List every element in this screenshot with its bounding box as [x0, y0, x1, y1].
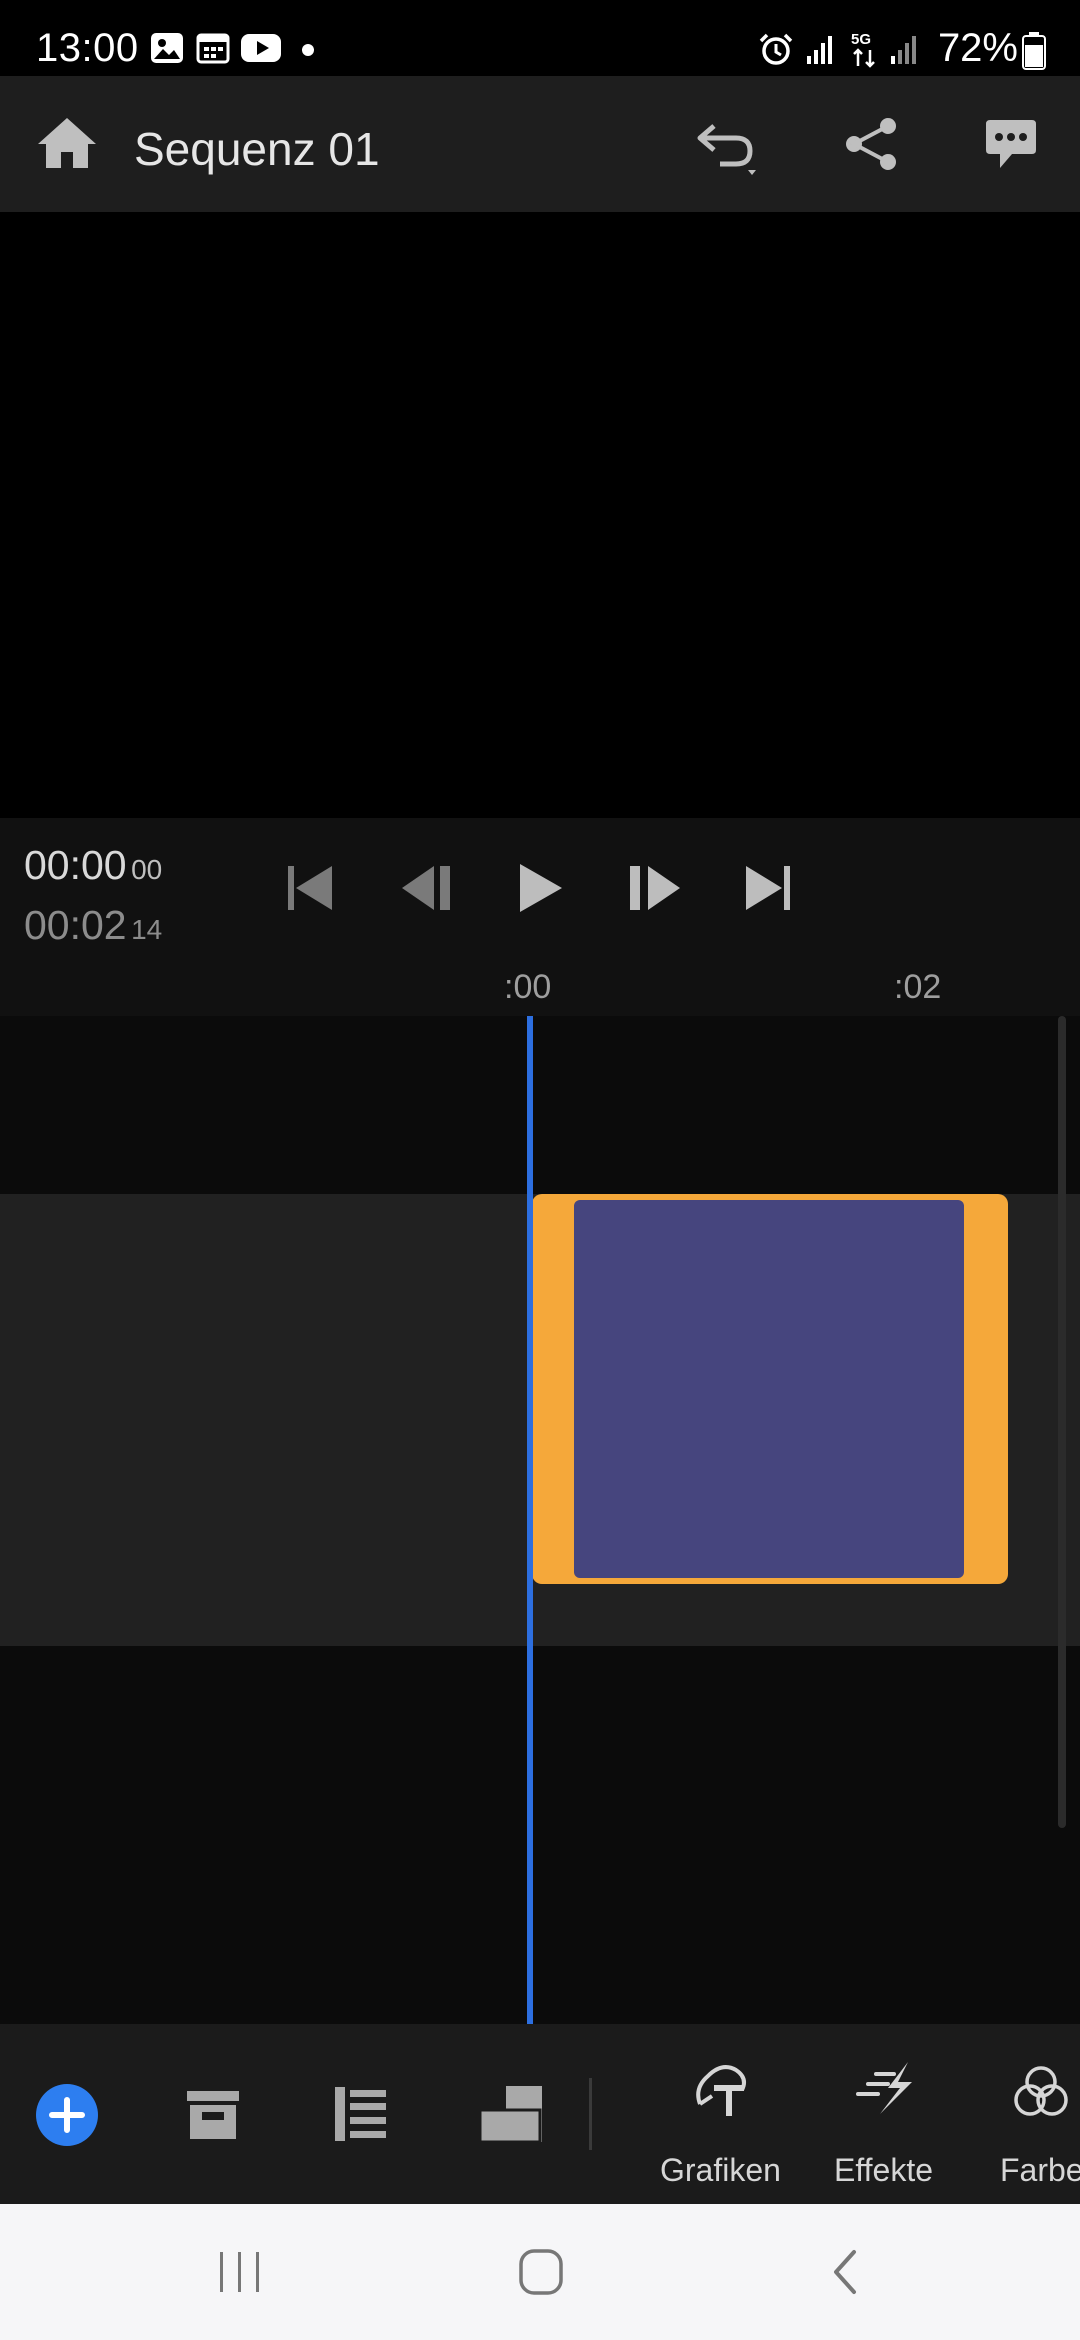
toolbar-label-color: Farbe	[1000, 2152, 1080, 2188]
toolbar-label-effects: Effekte	[834, 2152, 934, 2188]
toolbar-item-graphics[interactable]: Grafiken	[656, 2024, 786, 2204]
transport-bar: 00:00 00 00:02 14	[0, 818, 1080, 960]
youtube-icon	[241, 34, 281, 62]
current-time: 00:00	[24, 842, 127, 888]
aspect-ratio-icon[interactable]	[478, 2084, 544, 2144]
system-nav-bar	[0, 2204, 1080, 2340]
play-icon[interactable]	[518, 862, 564, 914]
home-circle-icon[interactable]	[518, 2248, 564, 2296]
skip-to-end-icon[interactable]	[742, 864, 792, 912]
color-icon	[1014, 2066, 1068, 2116]
timeline-ruler[interactable]: :00 :02	[0, 960, 1080, 1016]
status-time: 13:00	[36, 26, 139, 70]
duration-timecode: 00:02 14	[24, 902, 162, 949]
home-icon[interactable]	[36, 116, 98, 170]
svg-text:5G: 5G	[851, 31, 871, 48]
duration-time: 00:02	[24, 902, 127, 948]
share-icon[interactable]	[844, 116, 900, 172]
timeline-scrollbar[interactable]	[1058, 1016, 1066, 1828]
step-back-icon[interactable]	[400, 864, 454, 912]
dot-icon	[302, 44, 314, 56]
ruler-mark: :00	[504, 968, 552, 1006]
signal-icon	[807, 36, 832, 64]
signal-icon	[891, 36, 916, 64]
duration-frames: 14	[131, 914, 163, 945]
graphics-icon	[696, 2065, 746, 2116]
bottom-toolbar: Grafiken Effekte Farbe	[0, 2024, 1080, 2204]
add-icon[interactable]	[36, 2084, 98, 2146]
clip-thumbnail	[574, 1200, 964, 1578]
archive-icon[interactable]	[186, 2090, 240, 2140]
undo-icon[interactable]	[696, 118, 762, 178]
battery-icon	[1022, 32, 1046, 70]
toolbar-item-effects[interactable]: Effekte	[822, 2024, 942, 2204]
app-header: Sequenz 01	[0, 76, 1080, 212]
current-timecode: 00:00 00	[24, 842, 162, 889]
back-icon[interactable]	[830, 2248, 860, 2296]
layers-list-icon[interactable]	[334, 2086, 388, 2142]
5g-icon: 5G	[851, 31, 875, 68]
calendar-icon	[196, 33, 230, 64]
playhead[interactable]	[527, 1016, 533, 2024]
gallery-icon	[151, 33, 183, 63]
ruler-mark: :02	[894, 968, 942, 1006]
toolbar-label-graphics: Grafiken	[660, 2152, 781, 2188]
recent-apps-icon[interactable]	[216, 2250, 264, 2294]
sequence-title[interactable]: Sequenz 01	[134, 122, 380, 176]
toolbar-divider	[589, 2078, 592, 2150]
current-frames: 00	[131, 854, 163, 885]
alarm-icon	[759, 33, 793, 65]
skip-to-start-icon[interactable]	[286, 864, 336, 912]
toolbar-item-color[interactable]: Farbe	[990, 2024, 1080, 2204]
comment-icon[interactable]	[984, 118, 1038, 172]
status-bar: 13:00 5G 72%	[0, 0, 1080, 76]
step-forward-icon[interactable]	[628, 864, 682, 912]
battery-percent: 72%	[937, 26, 1018, 70]
effects-icon	[856, 2062, 912, 2114]
video-clip[interactable]	[532, 1194, 1008, 1584]
video-preview[interactable]	[0, 212, 1080, 818]
